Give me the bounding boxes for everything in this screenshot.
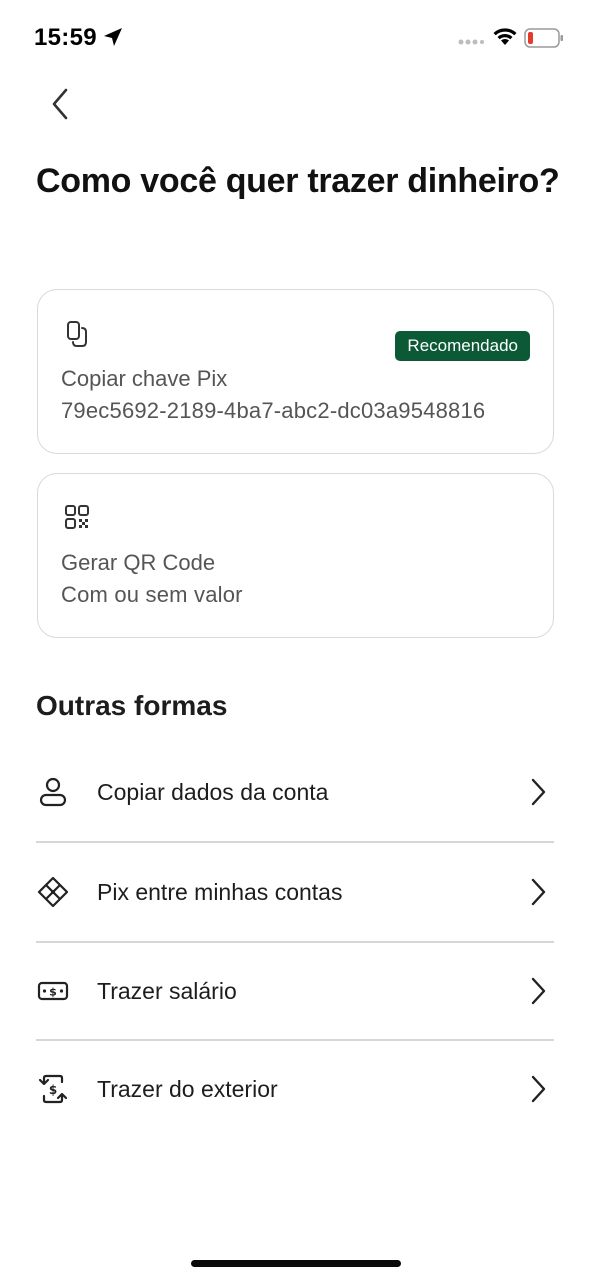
list-item-copy-account-data[interactable]: Copiar dados da conta xyxy=(36,743,554,841)
chevron-right-icon xyxy=(531,778,546,806)
list-item-bring-from-abroad[interactable]: $ Trazer do exterior xyxy=(36,1040,554,1138)
status-bar: 15:59 xyxy=(0,0,591,76)
chevron-right-icon xyxy=(531,977,546,1005)
list-item-label: Trazer salário xyxy=(97,978,237,1004)
list-item-label: Pix entre minhas contas xyxy=(97,879,343,905)
copy-pix-key-card[interactable]: Recomendado Copiar chave Pix 79ec5692-21… xyxy=(37,289,554,454)
location-arrow-icon xyxy=(104,28,122,46)
section-title-other-ways: Outras formas xyxy=(36,690,228,721)
list-item-label: Trazer do exterior xyxy=(97,1076,278,1102)
back-button[interactable] xyxy=(44,84,80,124)
pix-icon xyxy=(37,876,69,908)
cellular-signal-icon xyxy=(458,39,484,45)
svg-text:$: $ xyxy=(49,986,57,999)
generate-qr-code-card[interactable]: Gerar QR Code Com ou sem valor xyxy=(37,473,554,638)
list-item-pix-between-accounts[interactable]: Pix entre minhas contas xyxy=(36,843,554,941)
page-title: Como você quer trazer dinheiro? xyxy=(36,162,560,200)
list-item-bring-salary[interactable]: $ Trazer salário xyxy=(36,942,554,1040)
chevron-right-icon xyxy=(531,878,546,906)
status-time: 15:59 xyxy=(34,24,97,51)
user-icon xyxy=(39,777,67,807)
card-title: Gerar QR Code xyxy=(61,550,216,575)
battery-low-icon xyxy=(524,28,563,48)
chevron-right-icon xyxy=(531,1075,546,1103)
wifi-icon xyxy=(493,28,517,45)
qr-code-icon xyxy=(65,505,89,529)
screen: 15:59 Como você quer trazer dinheiro? Re… xyxy=(0,0,591,1280)
svg-text:$: $ xyxy=(49,1083,57,1097)
money-icon: $ xyxy=(37,981,69,1001)
pix-key-value: 79ec5692-2189-4ba7-abc2-dc03a9548816 xyxy=(61,398,486,423)
copy-icon xyxy=(67,321,87,347)
home-indicator[interactable] xyxy=(191,1260,401,1267)
recommended-badge: Recomendado xyxy=(395,331,530,361)
card-subtitle: Com ou sem valor xyxy=(61,582,243,607)
card-title: Copiar chave Pix xyxy=(61,366,228,391)
exchange-money-icon: $ xyxy=(38,1074,68,1104)
list-item-label: Copiar dados da conta xyxy=(97,779,329,805)
